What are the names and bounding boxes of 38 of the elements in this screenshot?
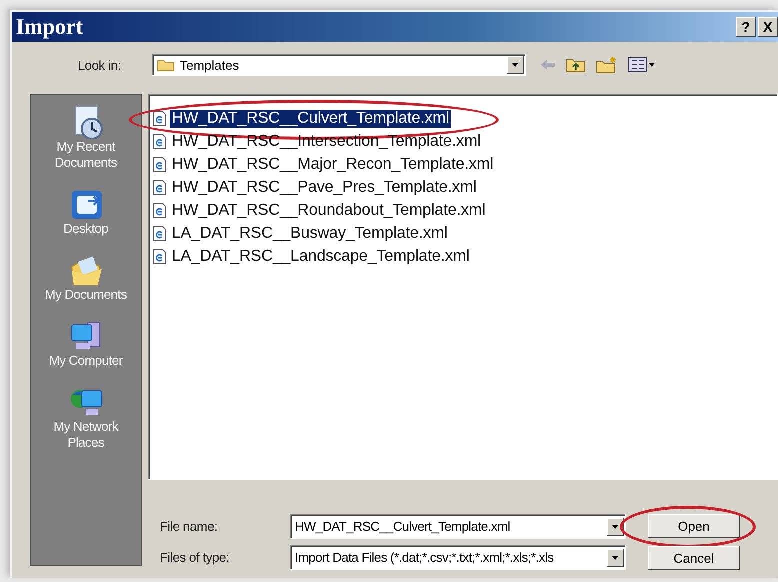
document-icon bbox=[153, 249, 167, 265]
document-icon bbox=[153, 134, 167, 150]
file-item[interactable]: HW_DAT_RSC__Pave_Pres_Template.xml bbox=[170, 179, 479, 197]
back-arrow-icon bbox=[540, 59, 556, 71]
file-name-label: File name: bbox=[160, 519, 219, 534]
file-item[interactable]: LA_DAT_RSC__Landscape_Template.xml bbox=[170, 248, 472, 266]
place-item[interactable]: My Documents bbox=[31, 253, 141, 303]
document-icon bbox=[153, 180, 167, 196]
place-item[interactable]: My Recent Documents bbox=[31, 105, 141, 171]
place-item[interactable]: Desktop bbox=[31, 187, 141, 237]
file-item[interactable]: HW_DAT_RSC__Culvert_Template.xml bbox=[170, 110, 452, 128]
file-item[interactable]: LA_DAT_RSC__Busway_Template.xml bbox=[170, 225, 450, 243]
cancel-button[interactable]: Cancel bbox=[648, 546, 740, 570]
caret-icon bbox=[612, 556, 619, 560]
place-item[interactable]: My Network Places bbox=[31, 385, 141, 451]
document-icon bbox=[153, 226, 167, 242]
file-type-label: Files of type: bbox=[160, 550, 230, 565]
open-button[interactable]: Open bbox=[648, 514, 740, 538]
view-menu-icon bbox=[628, 57, 656, 73]
file-item[interactable]: HW_DAT_RSC__Intersection_Template.xml bbox=[170, 133, 484, 151]
caret-icon bbox=[612, 524, 619, 528]
look-in-dropdown[interactable]: Templates bbox=[152, 54, 526, 76]
new-folder-icon bbox=[596, 56, 618, 74]
document-icon bbox=[153, 111, 167, 127]
file-type-dropdown[interactable]: Import Data Files (*.dat;*.csv;*.txt;*.xml;*.xls;*.xls bbox=[290, 545, 626, 570]
look-in-label: Look in: bbox=[78, 58, 122, 72]
place-item[interactable]: My Computer bbox=[31, 319, 141, 369]
file-name-field[interactable]: HW_DAT_RSC__Culvert_Template.xml bbox=[290, 514, 626, 539]
window-title: Import bbox=[15, 14, 84, 40]
file-item[interactable]: HW_DAT_RSC__Roundabout_Template.xml bbox=[170, 202, 488, 220]
file-item[interactable]: HW_DAT_RSC__Major_Recon_Template.xml bbox=[170, 156, 496, 174]
close-button[interactable]: X bbox=[758, 17, 778, 37]
folder-icon bbox=[157, 58, 175, 72]
folder-up-icon bbox=[566, 57, 586, 73]
document-icon bbox=[153, 157, 167, 173]
caret-icon bbox=[512, 63, 519, 67]
help-button[interactable]: ? bbox=[736, 17, 756, 37]
document-icon bbox=[153, 203, 167, 219]
